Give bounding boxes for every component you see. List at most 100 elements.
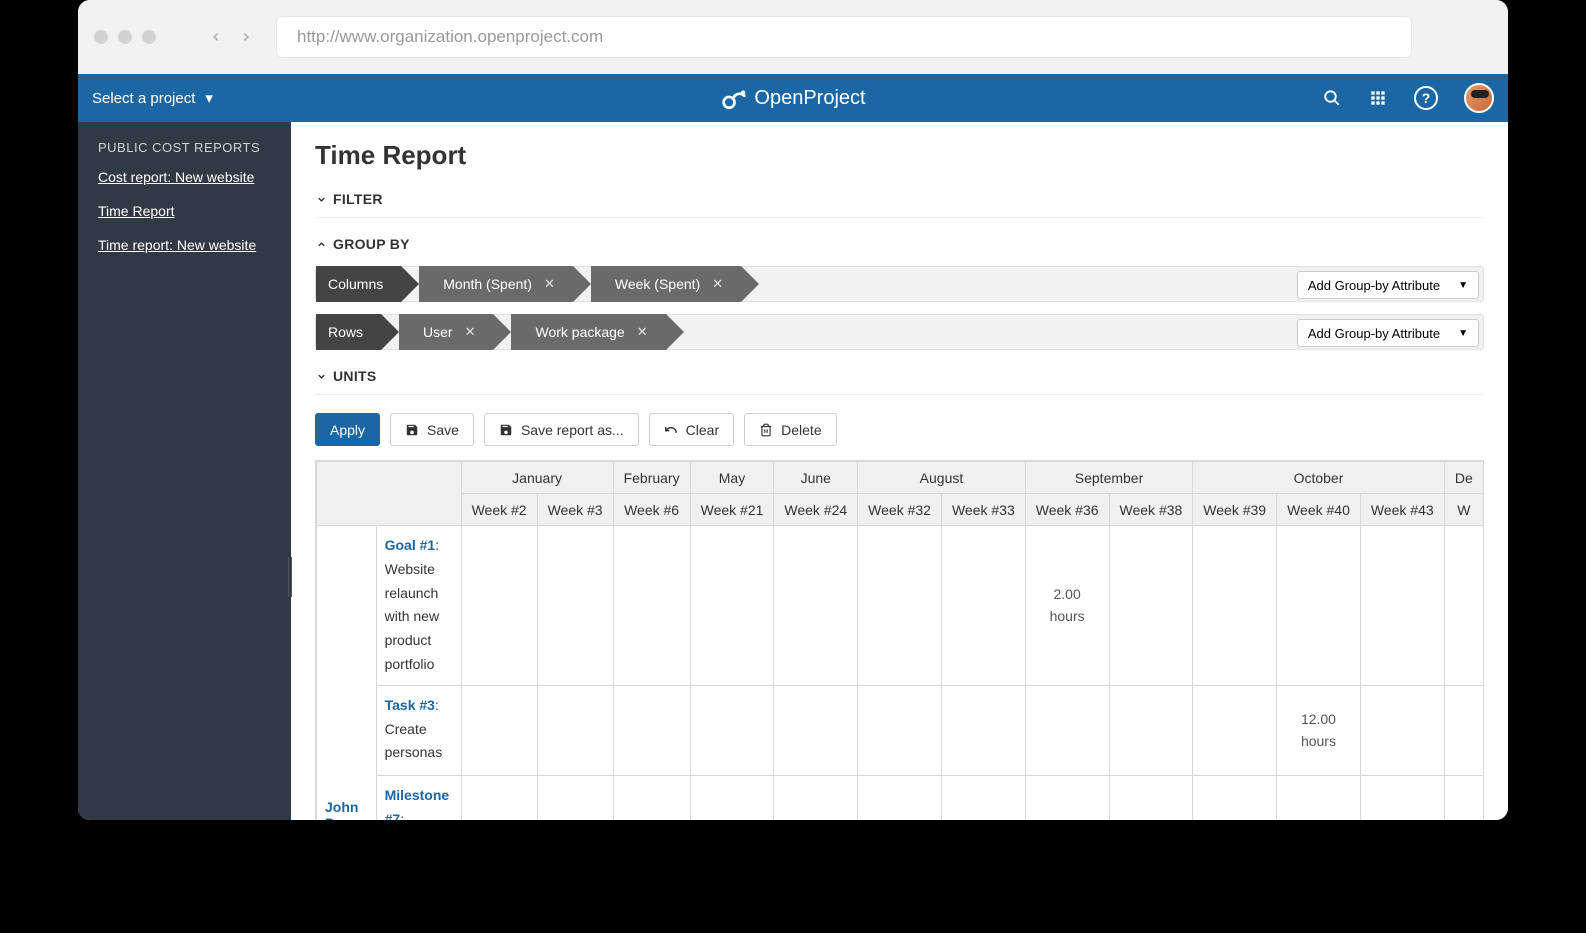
sidebar-resize-handle[interactable] [283,552,297,602]
value-cell [461,775,537,820]
action-buttons: Apply Save Save report as... [315,413,1484,446]
sidebar: PUBLIC COST REPORTS Cost report: New web… [78,122,291,820]
units-label: UNITS [333,368,377,384]
app-window: http://www.organization.openproject.com … [78,0,1508,820]
column-chip[interactable]: Month (Spent) ✕ [419,266,573,302]
week-header: Week #39 [1193,494,1277,526]
remove-chip-icon[interactable]: ✕ [712,276,723,292]
month-header: February [613,462,690,494]
brand-text: OpenProject [754,87,865,110]
value-cell [774,685,858,775]
week-header: Week #32 [858,494,942,526]
rows-head-label: Rows [328,324,363,340]
window-minimize[interactable] [118,30,132,44]
forward-button[interactable] [234,25,258,49]
week-header: Week #21 [690,494,774,526]
value-cell [1444,775,1483,820]
value-cell [1193,526,1277,686]
value-cell [941,775,1025,820]
remove-chip-icon[interactable]: ✕ [637,324,648,340]
week-header-row: Week #2Week #3Week #6Week #21Week #24Wee… [317,494,1484,526]
value-cell [1360,775,1444,820]
caret-down-icon: ▼ [1458,280,1468,291]
add-column-attribute-dropdown[interactable]: Add Group-by Attribute ▼ [1297,271,1479,299]
window-zoom[interactable] [142,30,156,44]
month-header: De [1444,462,1483,494]
groupby-section-toggle[interactable]: GROUP BY [315,236,1484,252]
row-chip[interactable]: User ✕ [399,314,493,350]
nav-arrows [204,25,258,49]
chip-label: User [423,324,453,340]
main-content: Time Report FILTER GROUP BY [291,122,1508,820]
save-button[interactable]: Save [390,413,474,446]
browser-chrome: http://www.organization.openproject.com [78,0,1508,74]
month-header: May [690,462,774,494]
url-text: http://www.organization.openproject.com [297,27,603,47]
apply-label: Apply [330,422,365,438]
value-cell [613,775,690,820]
chevron-up-icon [315,238,327,250]
table-corner [317,462,462,526]
user-avatar[interactable] [1464,83,1494,113]
value-cell [1109,526,1193,686]
remove-chip-icon[interactable]: ✕ [544,276,555,292]
apply-button[interactable]: Apply [315,413,380,446]
columns-head-label: Columns [328,276,383,292]
value-cell [690,775,774,820]
brand[interactable]: OpenProject [720,85,865,111]
week-header: Week #33 [941,494,1025,526]
column-chip[interactable]: Week (Spent) ✕ [591,266,741,302]
rows-chip-row: Rows User ✕ Work package ✕ Add Group-by … [315,314,1484,350]
value-cell [1109,685,1193,775]
add-row-attribute-dropdown[interactable]: Add Group-by Attribute ▼ [1297,319,1479,347]
work-package-cell[interactable]: Milestone #7: [376,775,461,820]
back-button[interactable] [204,25,228,49]
table-row: Milestone #7: [317,775,1484,820]
week-header: Week #36 [1025,494,1109,526]
month-header: June [774,462,858,494]
search-icon[interactable] [1322,88,1342,108]
url-bar[interactable]: http://www.organization.openproject.com [276,16,1412,58]
week-header: Week #24 [774,494,858,526]
sidebar-link[interactable]: Cost report: New website [98,169,271,185]
delete-label: Delete [781,422,821,438]
value-cell [1193,775,1277,820]
remove-chip-icon[interactable]: ✕ [465,324,476,340]
columns-head-chip: Columns [316,266,401,302]
filter-section-toggle[interactable]: FILTER [315,191,1484,218]
week-header: Week #40 [1277,494,1361,526]
save-icon [405,423,419,437]
clear-button[interactable]: Clear [649,413,734,446]
window-close[interactable] [94,30,108,44]
dropdown-label: Add Group-by Attribute [1308,278,1440,293]
user-cell[interactable]: John Doe [317,526,377,821]
sidebar-link[interactable]: Time report: New website [98,237,271,253]
units-section-toggle[interactable]: UNITS [315,368,1484,395]
help-icon[interactable]: ? [1414,86,1438,110]
value-cell [858,526,942,686]
save-as-label: Save report as... [521,422,624,438]
apps-grid-icon[interactable] [1368,88,1388,108]
chip-label: Work package [535,324,624,340]
week-header: Week #6 [613,494,690,526]
value-cell [690,526,774,686]
work-package-cell[interactable]: Task #3: Create personas [376,685,461,775]
save-as-button[interactable]: Save report as... [484,413,639,446]
value-cell [1193,685,1277,775]
sidebar-link[interactable]: Time Report [98,203,271,219]
columns-chip-row: Columns Month (Spent) ✕ Week (Spent) ✕ A… [315,266,1484,302]
table-row: Task #3: Create personas 12.00 hours [317,685,1484,775]
save-icon [499,423,513,437]
work-package-cell[interactable]: Goal #1: Website relaunch with new produ… [376,526,461,686]
week-header: Week #38 [1109,494,1193,526]
week-header: Week #2 [461,494,537,526]
value-cell [1025,685,1109,775]
value-cell [1360,526,1444,686]
month-header: September [1025,462,1193,494]
project-selector[interactable]: Select a project ▾ [92,89,213,107]
week-header: W [1444,494,1483,526]
value-cell: 12.00 hours [1277,685,1361,775]
week-header: Week #3 [537,494,613,526]
delete-button[interactable]: Delete [744,413,836,446]
row-chip[interactable]: Work package ✕ [511,314,665,350]
